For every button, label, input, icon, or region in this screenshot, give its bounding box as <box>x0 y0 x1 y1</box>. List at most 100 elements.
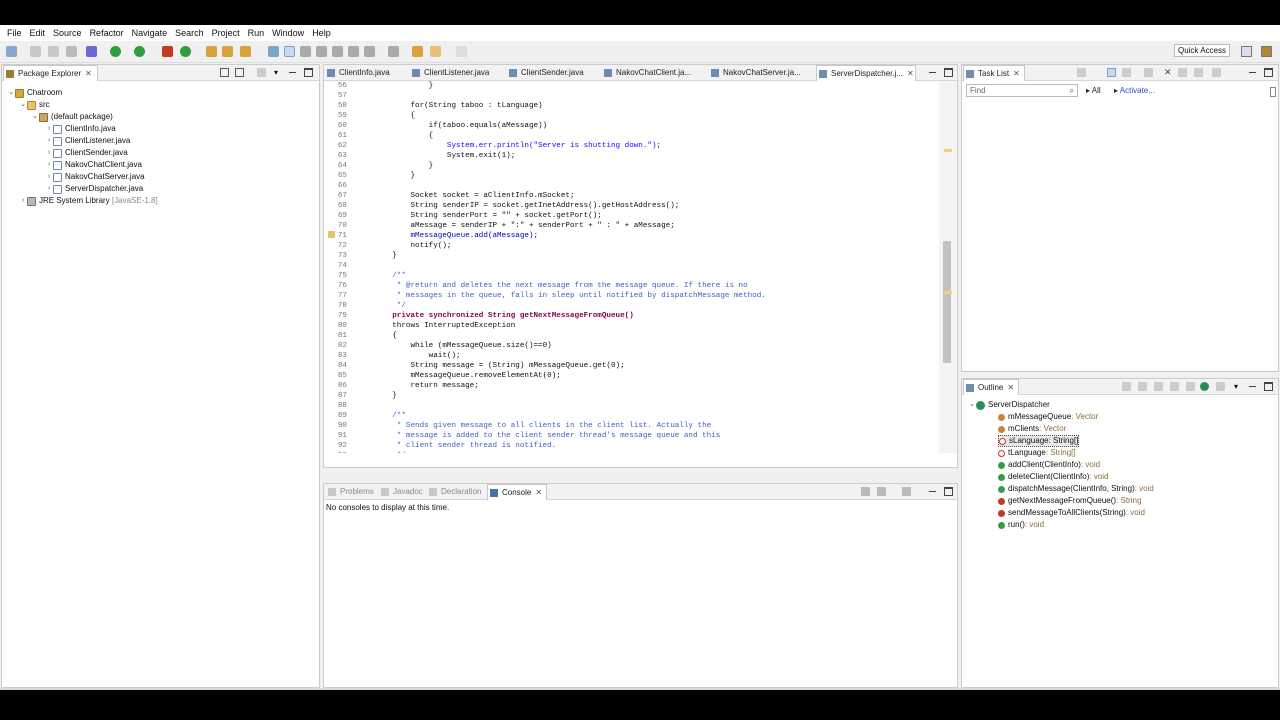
outline-field[interactable]: tLanguage : String[] <box>998 447 1076 459</box>
link-with-editor-icon[interactable] <box>1216 382 1225 391</box>
tree-file[interactable]: › NakovChatClient.java <box>45 159 142 171</box>
new-class-icon[interactable] <box>222 46 233 57</box>
menu-file[interactable]: File <box>3 28 26 38</box>
new-icon[interactable] <box>6 46 17 57</box>
quick-access-field[interactable]: Quick Access <box>1173 44 1230 57</box>
menu-refactor[interactable]: Refactor <box>86 28 128 38</box>
expand-icon[interactable]: › <box>45 159 53 171</box>
forward-icon[interactable] <box>456 46 467 57</box>
open-perspective-icon[interactable] <box>1241 46 1252 57</box>
maximize-icon[interactable] <box>1264 382 1273 391</box>
close-icon[interactable]: ✕ <box>1013 69 1020 78</box>
overview-marker-icon[interactable] <box>944 149 952 152</box>
menu-run[interactable]: Run <box>244 28 269 38</box>
chevron-down-icon[interactable]: ▾ <box>1234 382 1243 391</box>
minimize-icon[interactable] <box>288 68 297 77</box>
last-edit-icon[interactable] <box>412 46 423 57</box>
tab-package-explorer[interactable]: Package Explorer ✕ <box>3 65 98 81</box>
maximize-icon[interactable] <box>304 68 313 77</box>
close-icon[interactable]: ✕ <box>1007 383 1014 392</box>
tree-file[interactable]: › ServerDispatcher.java <box>45 183 143 195</box>
expand-icon[interactable]: ⌄ <box>31 111 39 123</box>
pilcrow-icon[interactable] <box>332 46 343 57</box>
outline-field-selected[interactable]: sLanguage : String[] <box>998 435 1080 447</box>
all-categories-filter[interactable]: ▸ All <box>1086 86 1101 95</box>
minimize-icon[interactable] <box>1248 382 1257 391</box>
new-java-project-icon[interactable] <box>180 46 191 57</box>
hide-non-public-icon[interactable] <box>1186 382 1195 391</box>
tab-clientinfo[interactable]: ClientInfo.java <box>325 65 390 81</box>
menu-search[interactable]: Search <box>171 28 208 38</box>
sort-icon[interactable] <box>1138 382 1147 391</box>
expand-icon[interactable]: › <box>45 123 53 135</box>
tree-default-package[interactable]: ⌄ (default package) <box>31 111 113 123</box>
view-menu-icon[interactable] <box>257 68 266 77</box>
view-menu-icon[interactable] <box>1212 68 1221 77</box>
close-icon[interactable]: ✕ <box>85 69 92 78</box>
search-icon[interactable] <box>268 46 279 57</box>
previous-annotation-icon[interactable] <box>388 46 399 57</box>
expand-icon[interactable]: › <box>45 183 53 195</box>
open-type-icon[interactable] <box>240 46 251 57</box>
expand-icon[interactable]: ⌄ <box>19 99 27 111</box>
external-tools-icon[interactable] <box>162 46 173 57</box>
categorized-icon[interactable] <box>1107 68 1116 77</box>
tree-jre-library[interactable]: › JRE System Library [JavaSE-1.8] <box>19 195 158 207</box>
outline-method[interactable]: deleteClient(ClientInfo) : void <box>998 471 1109 483</box>
hide-fields-icon[interactable] <box>1154 382 1163 391</box>
tab-clientsender[interactable]: ClientSender.java <box>507 65 584 81</box>
new-package-icon[interactable] <box>206 46 217 57</box>
minimize-icon[interactable] <box>928 487 937 496</box>
expand-icon[interactable]: ⌄ <box>968 399 976 411</box>
show-whitespace-icon[interactable] <box>316 46 327 57</box>
skip-breakpoints-icon[interactable] <box>86 46 97 57</box>
tab-nakovchatclient[interactable]: NakovChatClient.ja... <box>602 65 691 81</box>
expand-icon[interactable]: › <box>45 147 53 159</box>
editor-scrollbar[interactable] <box>939 81 957 453</box>
expand-icon[interactable]: ⌄ <box>7 87 15 99</box>
expand-icon[interactable]: › <box>45 171 53 183</box>
collapse-icon[interactable] <box>1178 68 1187 77</box>
pin-console-icon[interactable] <box>861 487 870 496</box>
menu-edit[interactable]: Edit <box>26 28 50 38</box>
hide-local-types-icon[interactable] <box>1200 382 1209 391</box>
open-console-icon[interactable] <box>902 487 911 496</box>
outline-class[interactable]: ⌄ ServerDispatcher <box>968 399 1050 411</box>
close-icon[interactable]: ✕ <box>907 69 914 78</box>
tab-nakovchatserver[interactable]: NakovChatServer.ja... <box>709 65 801 81</box>
menu-window[interactable]: Window <box>268 28 308 38</box>
outline-field[interactable]: mClients : Vector <box>998 423 1066 435</box>
chevron-down-icon[interactable]: ▾ <box>274 68 283 77</box>
outline-method[interactable]: dispatchMessage(ClientInfo, String) : vo… <box>998 483 1154 495</box>
back-icon[interactable] <box>430 46 441 57</box>
toggle-block-selection-icon[interactable] <box>300 46 311 57</box>
scheduled-icon[interactable] <box>1122 68 1131 77</box>
tree-file[interactable]: › ClientSender.java <box>45 147 128 159</box>
tree-file[interactable]: › ClientListener.java <box>45 135 130 147</box>
outline-method[interactable]: run() : void <box>998 519 1044 531</box>
outline-method[interactable]: addClient(ClientInfo) : void <box>998 459 1100 471</box>
tree-src[interactable]: ⌄ src <box>19 99 50 111</box>
collapse-all-icon[interactable] <box>1122 382 1131 391</box>
tree-file[interactable]: › ClientInfo.java <box>45 123 116 135</box>
x-icon[interactable]: ✕ <box>1164 68 1173 77</box>
run-icon[interactable] <box>134 46 145 57</box>
java-perspective-icon[interactable] <box>1261 46 1272 57</box>
print-icon[interactable] <box>66 46 77 57</box>
tab-outline[interactable]: Outline ✕ <box>963 379 1019 395</box>
save-icon[interactable] <box>30 46 41 57</box>
new-task-icon[interactable] <box>1077 68 1086 77</box>
tab-task-list[interactable]: Task List ✕ <box>963 65 1025 81</box>
focus-icon[interactable] <box>1144 68 1153 77</box>
activate-link[interactable]: ▸ Activate... <box>1114 86 1155 95</box>
toggle-mark-occurrences-icon[interactable] <box>284 46 295 57</box>
scrollbar-thumb[interactable] <box>943 241 951 363</box>
menu-project[interactable]: Project <box>208 28 244 38</box>
hide-static-icon[interactable] <box>1170 382 1179 391</box>
tab-serverdispatcher[interactable]: ServerDispatcher.j... ✕ <box>816 65 916 81</box>
sync-icon[interactable] <box>1194 68 1203 77</box>
tree-project[interactable]: ⌄ Chatroom <box>7 87 62 99</box>
display-console-icon[interactable] <box>877 487 886 496</box>
maximize-icon[interactable] <box>1264 68 1273 77</box>
warning-marker-icon[interactable] <box>328 231 335 238</box>
